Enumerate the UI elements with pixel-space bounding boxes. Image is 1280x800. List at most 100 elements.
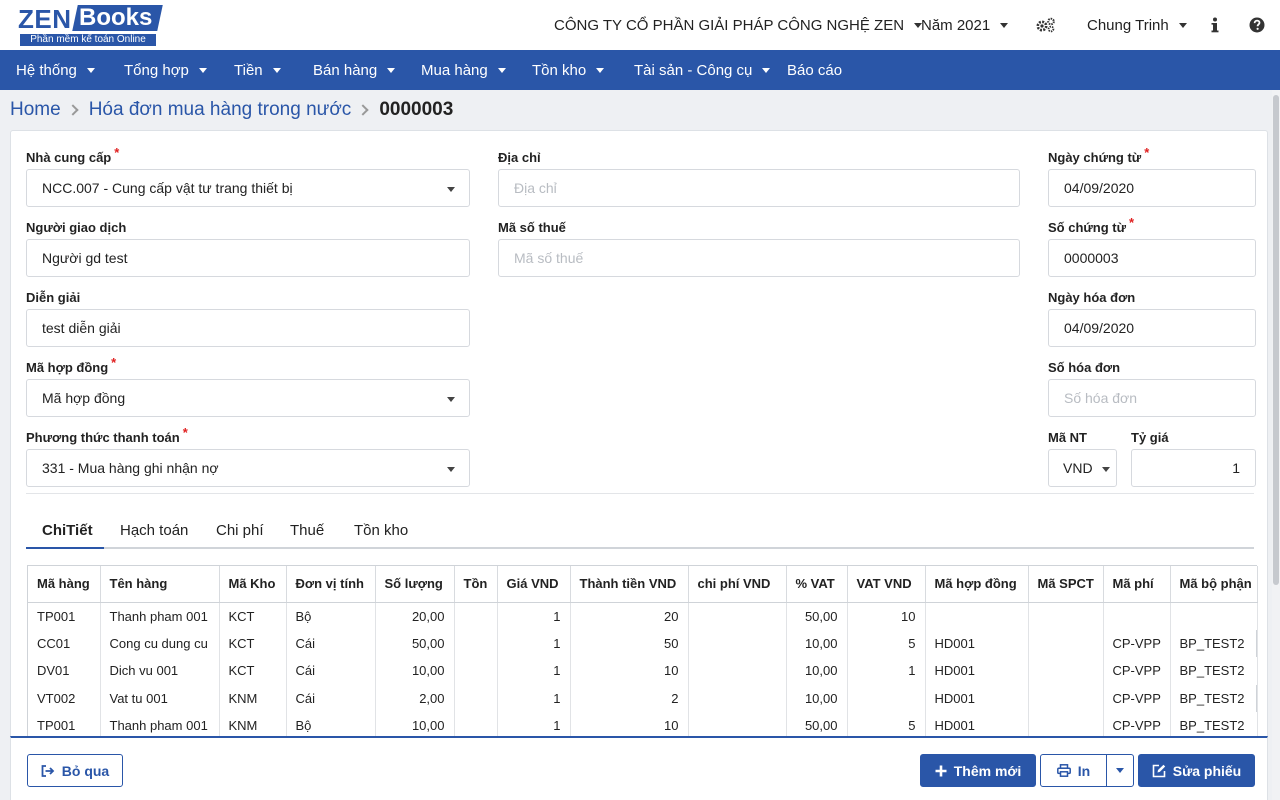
table-cell[interactable]: 2 — [570, 684, 689, 712]
table-row[interactable]: CC01 Cong cu dung cu KCT Cái 50,00 1 50 10,00 5 H… — [28, 629, 1258, 657]
table-cell[interactable] — [454, 684, 498, 712]
table-cell[interactable]: KCT — [219, 657, 287, 685]
contact-input[interactable]: Người gd test — [26, 239, 470, 277]
table-cell[interactable]: 10 — [570, 657, 689, 685]
table-cell[interactable]: 10 — [847, 602, 926, 630]
table-cell[interactable]: CC01 — [28, 629, 101, 657]
table-cell[interactable]: Thanh pham 001 — [100, 602, 220, 630]
table-cell[interactable] — [688, 657, 787, 685]
tab-chi-phi[interactable]: Chi phí — [216, 511, 264, 549]
table-cell[interactable]: BP_TEST2 — [1170, 657, 1258, 685]
menu-tong-hop[interactable]: Tổng hợp — [124, 50, 207, 90]
table-cell[interactable]: Cong cu dung cu — [100, 629, 220, 657]
table-cell[interactable]: CP-VPP — [1103, 657, 1171, 685]
table-row[interactable]: TP001 Thanh pham 001 KCT Bộ 20,00 1 20 50,00 10 — [28, 602, 1258, 630]
table-cell[interactable]: 1 — [847, 657, 926, 685]
column-header[interactable]: Giá VND — [497, 566, 571, 603]
table-cell[interactable] — [1103, 602, 1171, 630]
tab-chi-tiet[interactable]: ChiTiết — [42, 511, 93, 549]
supplier-select[interactable]: NCC.007 - Cung cấp vật tư trang thiết bị — [26, 169, 470, 207]
tab-hach-toan[interactable]: Hạch toán — [120, 511, 188, 549]
column-header[interactable]: % VAT — [786, 566, 848, 603]
table-cell[interactable] — [454, 602, 498, 630]
column-header[interactable]: Thành tiền VND — [570, 566, 689, 603]
table-cell[interactable]: Dich vu 001 — [100, 657, 220, 685]
table-cell[interactable]: Cái — [286, 657, 376, 685]
table-cell[interactable]: 1 — [497, 684, 571, 712]
help-button[interactable] — [1249, 0, 1265, 50]
menu-tai-san-cong-cu[interactable]: Tài sản - Công cụ — [634, 50, 771, 90]
column-header[interactable]: Mã bộ phận — [1170, 566, 1258, 603]
table-cell[interactable]: VT002 — [28, 684, 101, 712]
table-cell[interactable] — [454, 657, 498, 685]
table-cell[interactable]: 10,00 — [786, 657, 848, 685]
table-cell[interactable]: KNM — [219, 684, 287, 712]
tab-ton-kho[interactable]: Tồn kho — [354, 511, 408, 549]
table-cell[interactable]: KCT — [219, 602, 287, 630]
table-cell[interactable]: 10,00 — [375, 657, 455, 685]
table-cell[interactable]: Cái — [286, 629, 376, 657]
table-cell[interactable]: CP-VPP — [1103, 629, 1171, 657]
table-cell[interactable]: TP001 — [28, 602, 101, 630]
table-row[interactable]: DV01 Dich vu 001 KCT Cái 10,00 1 10 10,00 1 HD001… — [28, 657, 1258, 685]
column-header[interactable]: Mã Kho — [219, 566, 287, 603]
description-input[interactable]: test diễn giải — [26, 309, 470, 347]
add-new-button[interactable]: Thêm mới — [920, 754, 1036, 787]
column-header[interactable]: chi phí VND — [688, 566, 787, 603]
table-cell[interactable]: 10,00 — [786, 684, 848, 712]
table-cell[interactable]: Vat tu 001 — [100, 684, 220, 712]
table-cell[interactable]: 20,00 — [375, 602, 455, 630]
table-cell[interactable]: HD001 — [925, 629, 1029, 657]
column-header[interactable]: Mã hàng — [28, 566, 101, 603]
table-cell[interactable]: HD001 — [925, 657, 1029, 685]
table-cell[interactable]: 1 — [497, 629, 571, 657]
tax-code-input[interactable]: Mã số thuế — [498, 239, 1020, 277]
doc-no-input[interactable]: 0000003 — [1048, 239, 1256, 277]
table-cell[interactable]: HD001 — [925, 684, 1029, 712]
table-cell[interactable]: DV01 — [28, 657, 101, 685]
table-cell[interactable]: 10,00 — [786, 629, 848, 657]
table-cell[interactable] — [688, 629, 787, 657]
column-header[interactable]: VAT VND — [847, 566, 926, 603]
menu-ban-hang[interactable]: Bán hàng — [313, 50, 396, 90]
currency-select[interactable]: VND — [1048, 449, 1117, 487]
table-cell[interactable]: Bộ — [286, 602, 376, 630]
print-options-button[interactable] — [1106, 754, 1134, 787]
menu-tien[interactable]: Tiền — [234, 50, 281, 90]
column-header[interactable]: Mã SPCT — [1028, 566, 1104, 603]
table-cell[interactable] — [454, 629, 498, 657]
payment-select[interactable]: 331 - Mua hàng ghi nhận nợ — [26, 449, 470, 487]
table-cell[interactable]: 50,00 — [375, 629, 455, 657]
table-cell[interactable]: Cái — [286, 684, 376, 712]
table-cell[interactable] — [1028, 684, 1104, 712]
table-cell[interactable]: 1 — [497, 602, 571, 630]
zenbooks-logo[interactable]: ZEN Books Phần mềm kế toán Online — [18, 4, 164, 46]
rate-input[interactable]: 1 — [1131, 449, 1256, 487]
contract-select[interactable]: Mã hợp đồng — [26, 379, 470, 417]
breadcrumb-home[interactable]: Home — [10, 99, 61, 121]
address-input[interactable]: Địa chỉ — [498, 169, 1020, 207]
doc-date-input[interactable]: 04/09/2020 — [1048, 169, 1256, 207]
table-cell[interactable] — [1028, 657, 1104, 685]
invoice-no-input[interactable]: Số hóa đơn — [1048, 379, 1256, 417]
table-cell[interactable]: 50 — [570, 629, 689, 657]
menu-he-thong[interactable]: Hệ thống — [16, 50, 95, 90]
table-cell[interactable] — [688, 684, 787, 712]
print-button[interactable]: In — [1040, 754, 1107, 787]
table-cell[interactable]: KCT — [219, 629, 287, 657]
table-cell[interactable] — [847, 684, 926, 712]
page-scrollbar[interactable] — [1272, 90, 1280, 800]
column-header[interactable]: Tên hàng — [100, 566, 220, 603]
tab-thue[interactable]: Thuế — [290, 511, 324, 549]
column-header[interactable]: Mã phí — [1103, 566, 1171, 603]
breadcrumb-section[interactable]: Hóa đơn mua hàng trong nước — [89, 99, 352, 121]
edit-voucher-button[interactable]: Sửa phiếu — [1138, 754, 1255, 787]
table-cell[interactable]: BP_TEST2 — [1170, 684, 1258, 712]
menu-ton-kho[interactable]: Tồn kho — [532, 50, 605, 90]
column-header[interactable]: Mã hợp đồng — [925, 566, 1029, 603]
table-cell[interactable]: 5 — [847, 629, 926, 657]
column-header[interactable]: Số lượng — [375, 566, 455, 603]
table-cell[interactable] — [1170, 602, 1258, 630]
scrollbar-thumb[interactable] — [1273, 95, 1279, 585]
table-cell[interactable]: 1 — [497, 657, 571, 685]
